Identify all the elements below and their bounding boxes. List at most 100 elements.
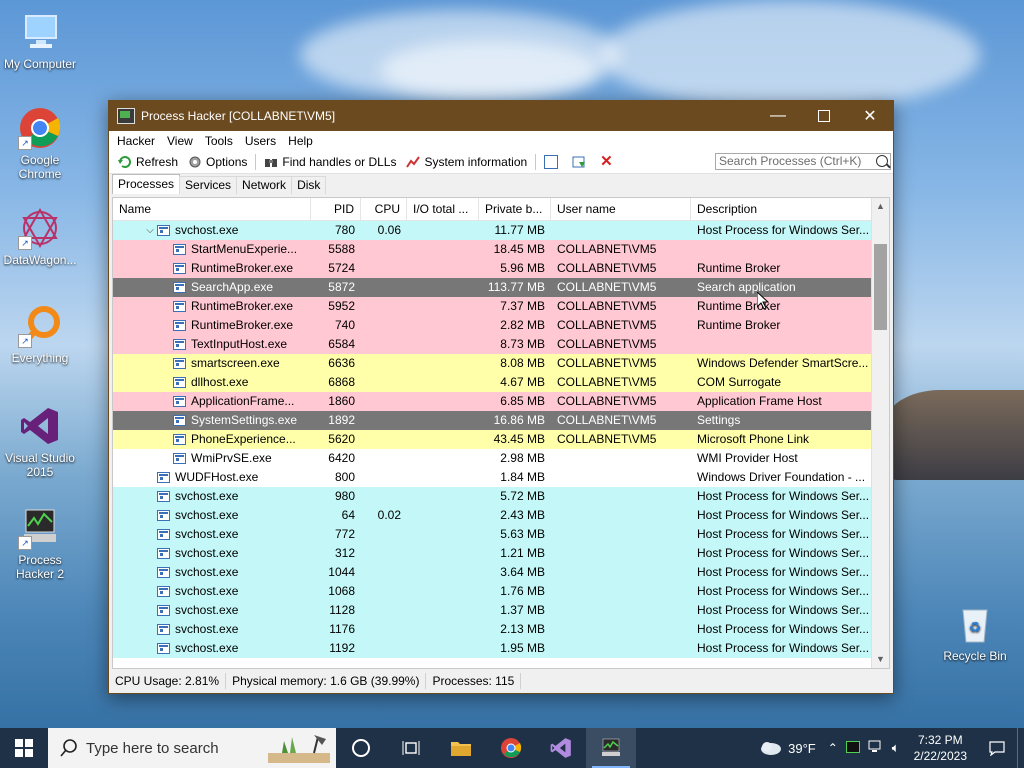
taskbar-chrome[interactable] <box>486 728 536 768</box>
notifications-button[interactable] <box>977 728 1017 768</box>
task-view-button[interactable] <box>386 728 436 768</box>
table-row[interactable]: ApplicationFrame... 1860 6.85 MB COLLABNET\… <box>113 392 889 411</box>
terminal-tray-icon[interactable] <box>842 740 864 756</box>
table-row[interactable]: svchost.exe 1192 1.95 MB Host Process for W… <box>113 639 889 658</box>
show-window-button[interactable] <box>539 152 567 172</box>
user-name-cell: COLLABNET\VM5 <box>557 280 657 294</box>
user-name-cell <box>551 487 691 506</box>
process-name-cell: dllhost.exe <box>113 373 311 392</box>
process-name-cell: StartMenuExperie... <box>113 240 311 259</box>
table-row[interactable]: RuntimeBroker.exe 740 2.82 MB COLLABNET\VM5… <box>113 316 889 335</box>
system-information-button[interactable]: System information <box>401 152 532 172</box>
table-row[interactable]: svchost.exe 312 1.21 MB Host Process for Wi… <box>113 544 889 563</box>
description-cell: COM Surrogate <box>697 375 782 389</box>
table-row[interactable]: svchost.exe 1176 2.13 MB Host Process for W… <box>113 620 889 639</box>
chevron-up-icon[interactable]: ⌃ <box>824 741 842 755</box>
description-cell: Host Process for Windows Ser... <box>697 546 869 560</box>
refresh-icon <box>118 155 132 169</box>
table-row[interactable]: ⌵ svchost.exe 780 0.06 11.77 MB Host Process … <box>113 221 889 240</box>
column-header-cpu[interactable]: CPU <box>361 198 407 220</box>
table-row[interactable]: TextInputHost.exe 6584 8.73 MB COLLABNET\VM… <box>113 335 889 354</box>
pid-cell: 312 <box>334 546 355 560</box>
user-name-cell <box>551 544 691 563</box>
table-row[interactable]: svchost.exe 64 0.02 2.43 MB Host Process for… <box>113 506 889 525</box>
show-desktop-button[interactable] <box>1017 728 1024 768</box>
vertical-scrollbar[interactable]: ▲ ▼ <box>871 198 889 668</box>
table-row[interactable]: svchost.exe 1128 1.37 MB Host Process for W… <box>113 601 889 620</box>
refresh-button[interactable]: Refresh <box>113 152 183 172</box>
table-row[interactable]: svchost.exe 772 5.63 MB Host Process for Wi… <box>113 525 889 544</box>
table-row[interactable]: svchost.exe 980 5.72 MB Host Process for Wi… <box>113 487 889 506</box>
scroll-down-icon[interactable]: ▼ <box>872 651 889 668</box>
red-x-icon: ✕ <box>600 153 613 170</box>
table-row[interactable]: svchost.exe 1044 3.64 MB Host Process for W… <box>113 563 889 582</box>
expander-chevron-icon[interactable]: ⌵ <box>143 221 157 240</box>
scrollbar-thumb[interactable] <box>874 244 887 330</box>
column-header-description[interactable]: Description <box>691 198 872 220</box>
tab-network[interactable]: Network <box>236 176 293 194</box>
table-row[interactable]: WmiPrvSE.exe 6420 2.98 MB WMI Provider Host <box>113 449 889 468</box>
table-row[interactable]: smartscreen.exe 6636 8.08 MB COLLABNET\VM5 W… <box>113 354 889 373</box>
options-button[interactable]: Options <box>183 152 252 172</box>
search-processes-input[interactable]: Search Processes (Ctrl+K) <box>715 153 891 170</box>
menu-help[interactable]: Help <box>282 134 319 148</box>
private-bytes-cell: 2.98 MB <box>500 451 545 465</box>
table-row[interactable]: SearchApp.exe 5872 113.77 MB COLLABNET\VM5 S… <box>113 278 889 297</box>
io-total-cell <box>407 221 479 240</box>
tab-processes[interactable]: Processes <box>112 174 181 194</box>
terminate-button[interactable]: ✕ <box>595 152 623 172</box>
process-icon <box>157 472 170 483</box>
column-header-user-name[interactable]: User name <box>551 198 691 220</box>
clock[interactable]: 7:32 PM 2/22/2023 <box>904 732 977 764</box>
table-row[interactable]: PhoneExperience... 5620 43.45 MB COLLABNET\… <box>113 430 889 449</box>
scroll-up-icon[interactable]: ▲ <box>872 198 889 215</box>
menu-hacker[interactable]: Hacker <box>111 134 161 148</box>
pid-cell: 5724 <box>328 261 355 275</box>
menu-users[interactable]: Users <box>239 134 282 148</box>
taskbar-visual-studio[interactable] <box>536 728 586 768</box>
table-row[interactable]: RuntimeBroker.exe 5724 5.96 MB COLLABNET\VM… <box>113 259 889 278</box>
table-row[interactable]: svchost.exe 1068 1.76 MB Host Process for W… <box>113 582 889 601</box>
tab-services[interactable]: Services <box>179 176 238 194</box>
private-bytes-cell: 43.45 MB <box>493 432 545 446</box>
pid-cell: 1192 <box>329 641 355 655</box>
maximize-button[interactable] <box>801 101 847 131</box>
desktop-icon-everything[interactable]: ↗ Everything <box>0 304 80 365</box>
desktop-icon-recycle-bin[interactable]: ♻ Recycle Bin <box>935 602 1015 663</box>
process-icon <box>157 624 170 635</box>
desktop-icon-my-computer[interactable]: My Computer <box>0 10 80 71</box>
table-row[interactable]: WUDFHost.exe 800 1.84 MB Windows Driver Fou… <box>113 468 889 487</box>
table-row[interactable]: dllhost.exe 6868 4.67 MB COLLABNET\VM5 COM S… <box>113 373 889 392</box>
minimize-button[interactable]: — <box>755 101 801 131</box>
network-icon[interactable] <box>864 740 888 757</box>
process-icon <box>157 548 170 559</box>
column-header-private-bytes[interactable]: Private b... <box>479 198 551 220</box>
user-name-cell <box>551 506 691 525</box>
tab-disk[interactable]: Disk <box>291 176 327 194</box>
cortana-button[interactable] <box>336 728 386 768</box>
desktop-icon-process-hacker[interactable]: ↗ Process Hacker 2 <box>0 506 80 581</box>
volume-icon[interactable]: 🔈︎ <box>888 740 904 756</box>
column-header-io-total[interactable]: I/O total ... <box>407 198 479 220</box>
menu-tools[interactable]: Tools <box>199 134 239 148</box>
table-row[interactable]: StartMenuExperie... 5588 18.45 MB COLLABNET… <box>113 240 889 259</box>
find-handles-button[interactable]: Find handles or DLLs <box>259 152 401 172</box>
description-cell: Application Frame Host <box>697 394 822 408</box>
weather-widget[interactable]: 39°F <box>750 740 824 756</box>
clock-time: 7:32 PM <box>917 733 963 747</box>
title-bar[interactable]: Process Hacker [COLLABNET\VM5] — ✕ <box>109 101 893 131</box>
menu-view[interactable]: View <box>161 134 199 148</box>
table-row[interactable]: RuntimeBroker.exe 5952 7.37 MB COLLABNET\VM… <box>113 297 889 316</box>
taskbar-search-box[interactable]: Type here to search <box>48 728 336 768</box>
taskbar-process-hacker[interactable] <box>586 728 636 768</box>
desktop-icon-visual-studio[interactable]: Visual Studio 2015 <box>0 404 80 479</box>
table-row[interactable]: SystemSettings.exe 1892 16.86 MB COLLABNET\… <box>113 411 889 430</box>
desktop-icon-datawagon[interactable]: ↗ DataWagon... <box>0 206 80 267</box>
desktop-icon-google-chrome[interactable]: ↗ Google Chrome <box>0 106 80 181</box>
column-header-pid[interactable]: PID <box>311 198 361 220</box>
close-button[interactable]: ✕ <box>847 101 893 131</box>
taskbar-file-explorer[interactable] <box>436 728 486 768</box>
start-button[interactable] <box>0 728 48 768</box>
column-header-name[interactable]: Name <box>113 198 311 220</box>
go-to-window-button[interactable] <box>567 152 595 172</box>
